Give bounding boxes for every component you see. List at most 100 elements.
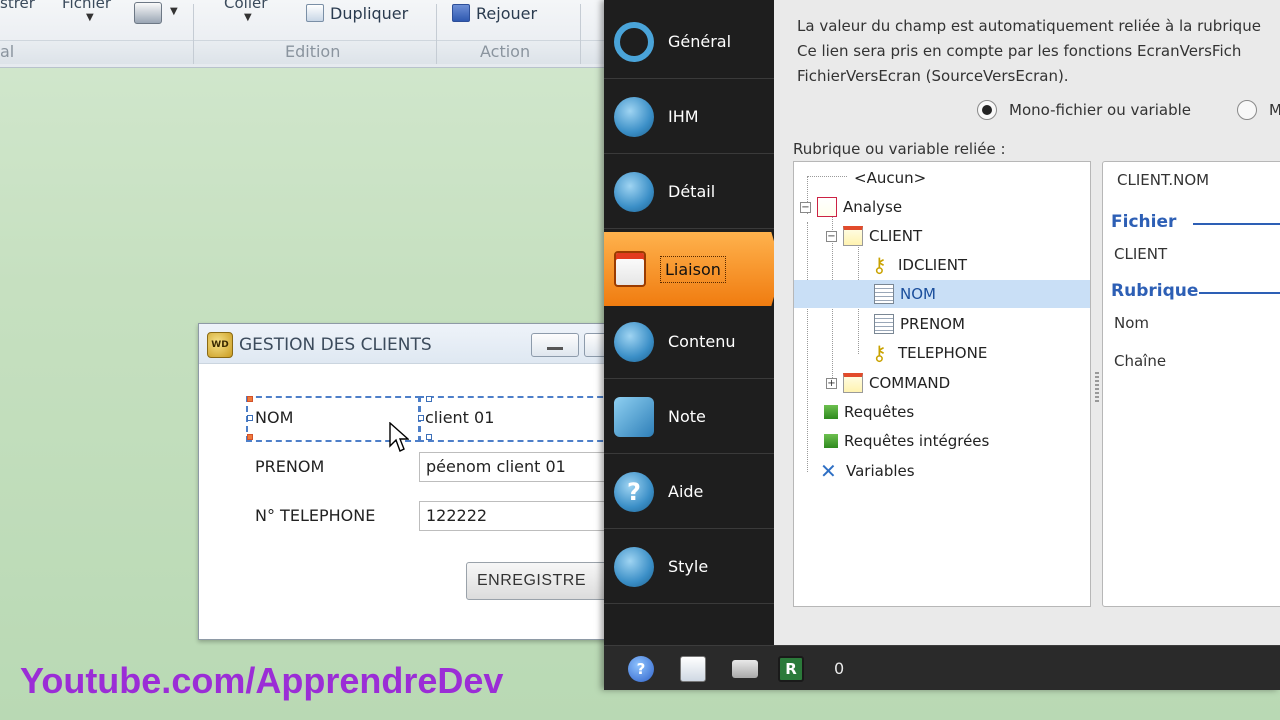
eye-icon [614, 96, 654, 137]
nav-label: IHM [668, 107, 699, 126]
nav-item-note[interactable]: Note [604, 380, 774, 454]
chevron-down-icon[interactable]: ▼ [244, 12, 252, 23]
ribbon-file-button[interactable]: Fichier [62, 0, 111, 12]
section-rule [1199, 292, 1280, 294]
radio-button-icon [1237, 100, 1257, 120]
radio-label: Mono-fichier ou variable [1009, 101, 1191, 119]
tree-node-label: NOM [900, 285, 936, 303]
tree-node-telephone[interactable]: ⚷ TELEPHONE [872, 339, 987, 367]
mouse-cursor-icon [389, 422, 409, 452]
radio-multi-file[interactable]: M [1237, 100, 1280, 120]
dialog-statusbar: ? R 0 [604, 645, 1280, 690]
tree-node-requetes-integrees[interactable]: Requêtes intégrées [824, 427, 989, 455]
chevron-down-icon[interactable]: ▼ [86, 12, 94, 23]
ribbon-buttons: strer Fichier ▼ ▼ Coller ▼ Dupliquer Rej… [0, 0, 606, 40]
nav-item-ihm[interactable]: IHM [604, 80, 774, 154]
report-icon[interactable]: R [778, 656, 804, 682]
field-name: Nom [1114, 314, 1150, 332]
radio-button-icon [977, 100, 997, 120]
nav-item-liaison[interactable]: Liaison [604, 232, 782, 306]
field-type: Chaîne [1114, 352, 1167, 370]
nom-label[interactable]: NOM [255, 408, 293, 427]
variable-icon: ✕ [820, 459, 837, 483]
control-description-dialog: Général IHM Détail Liaison Contenu Note … [604, 0, 1280, 690]
tree-node-label: Analyse [843, 198, 903, 216]
group-label-edition: Edition [285, 42, 341, 61]
duplicate-label: Dupliquer [330, 3, 409, 23]
binding-info-panel: CLIENT.NOM Fichier CLIENT Rubrique Nom C… [1102, 161, 1280, 607]
preview-icon[interactable] [680, 656, 706, 682]
ribbon-group-labels: al Edition Action [0, 40, 606, 64]
nav-label: Aide [668, 482, 704, 501]
nom-input[interactable]: client 01 [419, 403, 619, 433]
prenom-label: PRENOM [255, 457, 325, 476]
tree-node-label: Requêtes [844, 403, 915, 421]
client-window: WD GESTION DES CLIENTS NOM client 01 PRE… [198, 323, 623, 640]
nav-item-detail[interactable]: Détail [604, 155, 774, 229]
radio-mono-file[interactable]: Mono-fichier ou variable [977, 100, 1191, 120]
minimize-button[interactable] [531, 333, 579, 357]
file-section-title: Fichier [1111, 212, 1177, 232]
nav-item-aide[interactable]: ? Aide [604, 455, 774, 529]
ring-icon [614, 21, 654, 62]
prenom-input[interactable]: péenom client 01 [419, 452, 619, 482]
tree-node-nom[interactable]: NOM [794, 280, 1090, 308]
tree-node-analyse[interactable]: − Analyse [800, 193, 902, 221]
nav-label: Détail [668, 182, 716, 201]
splitter-grip[interactable] [1095, 372, 1099, 402]
resize-handle[interactable] [247, 396, 253, 402]
resize-handle[interactable] [247, 415, 253, 421]
printer-icon[interactable] [134, 2, 162, 24]
collapse-icon[interactable]: − [826, 230, 837, 242]
nav-item-style[interactable]: Style [604, 530, 774, 604]
duplicate-icon [306, 4, 324, 22]
tree-node-idclient[interactable]: ⚷ IDCLIENT [872, 251, 967, 279]
tree-node-label: TELEPHONE [898, 344, 988, 362]
detail-icon [614, 171, 654, 212]
analysis-icon [817, 197, 837, 217]
tree-node-requetes[interactable]: Requêtes [824, 398, 914, 426]
expand-icon[interactable]: + [826, 377, 837, 389]
help-icon: ? [614, 471, 654, 512]
replay-button[interactable]: Rejouer [452, 0, 537, 26]
chevron-down-icon[interactable]: ▼ [170, 6, 178, 17]
section-rule [1193, 223, 1280, 225]
tree-node-variables[interactable]: ✕ Variables [820, 457, 915, 485]
replay-icon [452, 4, 470, 22]
liaison-panel: La valeur du champ est automatiquement r… [774, 0, 1280, 645]
binding-description: La valeur du champ est automatiquement r… [797, 14, 1280, 89]
binding-tree[interactable]: <Aucun> − Analyse − CLIENT ⚷ IDCLIENT NO… [793, 161, 1091, 607]
resize-handle[interactable] [426, 396, 432, 402]
tree-node-none[interactable]: <Aucun> [854, 164, 926, 192]
divider [436, 4, 437, 64]
nav-item-contenu[interactable]: Contenu [604, 305, 774, 379]
telephone-input[interactable]: 122222 [419, 501, 619, 531]
file-value: CLIENT [1114, 245, 1168, 263]
collapse-icon[interactable]: − [800, 201, 811, 213]
resize-handle[interactable] [247, 434, 253, 440]
group-label: al [0, 42, 15, 61]
resize-handle[interactable] [426, 434, 432, 440]
window-titlebar[interactable]: WD GESTION DES CLIENTS [199, 324, 617, 364]
query-icon [824, 405, 838, 419]
windev-logo-icon: WD [207, 332, 233, 358]
key-icon: ⚷ [872, 341, 887, 365]
tree-node-client[interactable]: − CLIENT [826, 222, 922, 250]
file-link-icon [614, 251, 646, 287]
nav-label: Général [668, 32, 732, 51]
tree-line [807, 176, 847, 177]
description-line: La valeur du champ est automatiquement r… [797, 17, 1261, 35]
tree-node-label: COMMAND [869, 374, 951, 392]
duplicate-button[interactable]: Dupliquer [306, 0, 408, 26]
tree-node-command[interactable]: + COMMAND [826, 369, 950, 397]
paste-button[interactable]: Coller [224, 0, 267, 12]
ribbon-cut-label-1[interactable]: strer [0, 0, 35, 12]
watermark: Youtube.com/ApprendreDev [20, 660, 504, 701]
nav-item-general[interactable]: Général [604, 5, 774, 79]
tree-node-prenom[interactable]: PRENOM [874, 310, 965, 338]
envelope-icon[interactable] [732, 660, 758, 678]
help-icon[interactable]: ? [628, 656, 654, 682]
radio-label: M [1269, 101, 1280, 119]
replay-label: Rejouer [476, 3, 538, 23]
save-button[interactable]: ENREGISTRE [466, 562, 616, 600]
